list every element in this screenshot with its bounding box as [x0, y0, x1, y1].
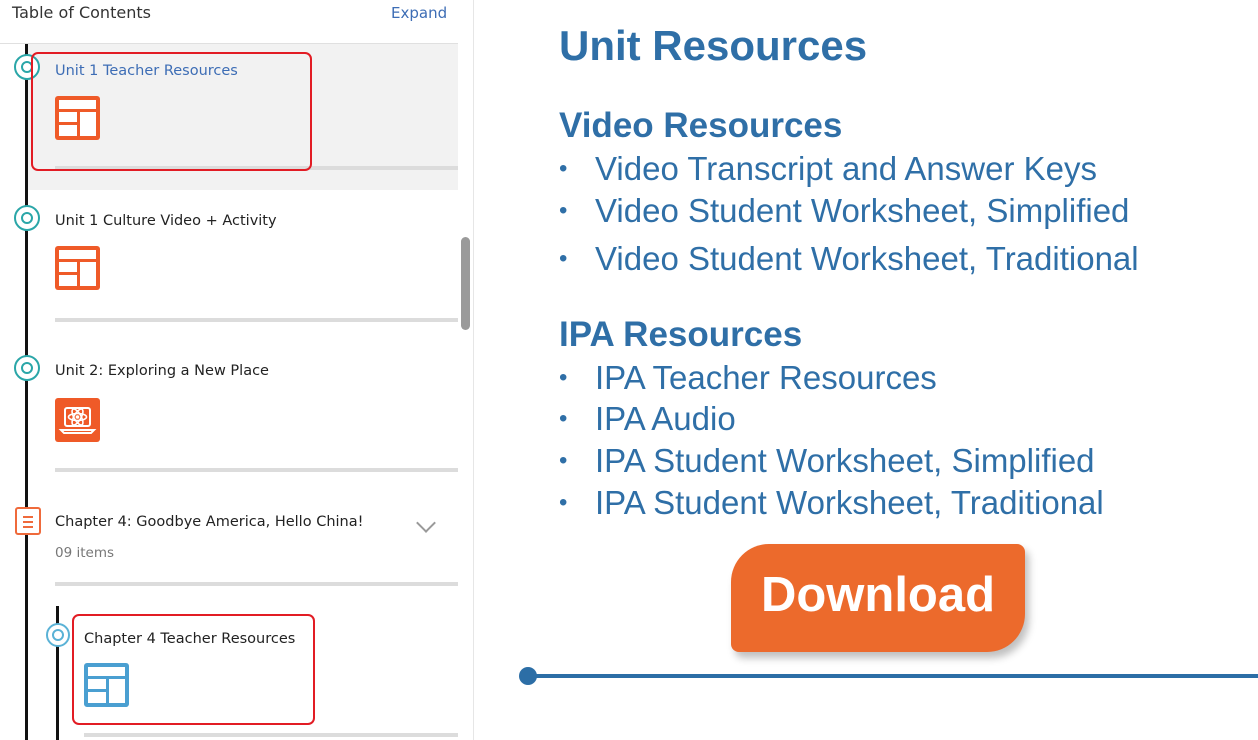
toc-title: Table of Contents [12, 3, 151, 22]
highlight-box [31, 52, 312, 171]
list-item[interactable]: • IPA Audio [559, 400, 736, 438]
atom-laptop-icon[interactable] [55, 398, 100, 442]
toc-item-label[interactable]: Unit 2: Exploring a New Place [55, 363, 269, 379]
item-progress-rule [84, 733, 458, 737]
chevron-down-icon[interactable] [416, 513, 436, 533]
chapter-item-count: 09 items [55, 545, 115, 561]
chapter-label[interactable]: Chapter 4: Goodbye America, Hello China! [55, 514, 363, 530]
timeline-node-icon [46, 623, 70, 647]
scrollbar-thumb[interactable] [461, 237, 470, 330]
list-item[interactable]: • IPA Teacher Resources [559, 359, 937, 397]
toc-item-unit1-culture-video[interactable]: Unit 1 Culture Video + Activity [28, 190, 458, 330]
expand-button[interactable]: Expand [391, 4, 447, 22]
list-item[interactable]: • Video Student Worksheet, Traditional [559, 240, 1139, 278]
layout-grid-icon[interactable] [55, 246, 100, 290]
unit-resources-content: Unit Resources Video Resources • Video Tr… [474, 0, 1258, 740]
download-label: Download [760, 568, 996, 622]
timeline-node-icon [14, 355, 40, 381]
list-item[interactable]: • Video Student Worksheet, Simplified [559, 192, 1129, 230]
item-progress-rule [55, 318, 458, 322]
timeline-node-icon [14, 205, 40, 231]
toc-item-label[interactable]: Unit 1 Culture Video + Activity [55, 213, 277, 229]
item-progress-rule [55, 582, 458, 586]
toc-item-unit2-exploring[interactable]: Unit 2: Exploring a New Place [28, 340, 458, 480]
list-item[interactable]: • IPA Student Worksheet, Traditional [559, 484, 1104, 522]
item-progress-rule [55, 468, 458, 472]
section-heading-ipa: IPA Resources [559, 315, 803, 354]
section-heading-video: Video Resources [559, 106, 843, 145]
table-of-contents-panel: Table of Contents Expand Unit 1 Teacher … [0, 0, 474, 740]
media-progress-track[interactable] [526, 674, 1258, 678]
page-title: Unit Resources [559, 22, 868, 69]
media-progress-handle[interactable] [519, 667, 537, 685]
download-button[interactable]: Download [731, 544, 1025, 652]
document-list-icon [15, 507, 41, 535]
highlight-box [72, 614, 315, 725]
toc-header: Table of Contents Expand [0, 0, 458, 44]
toc-chapter-4[interactable]: Chapter 4: Goodbye America, Hello China!… [28, 490, 458, 590]
list-item[interactable]: • IPA Student Worksheet, Simplified [559, 442, 1095, 480]
list-item[interactable]: • Video Transcript and Answer Keys [559, 150, 1097, 188]
